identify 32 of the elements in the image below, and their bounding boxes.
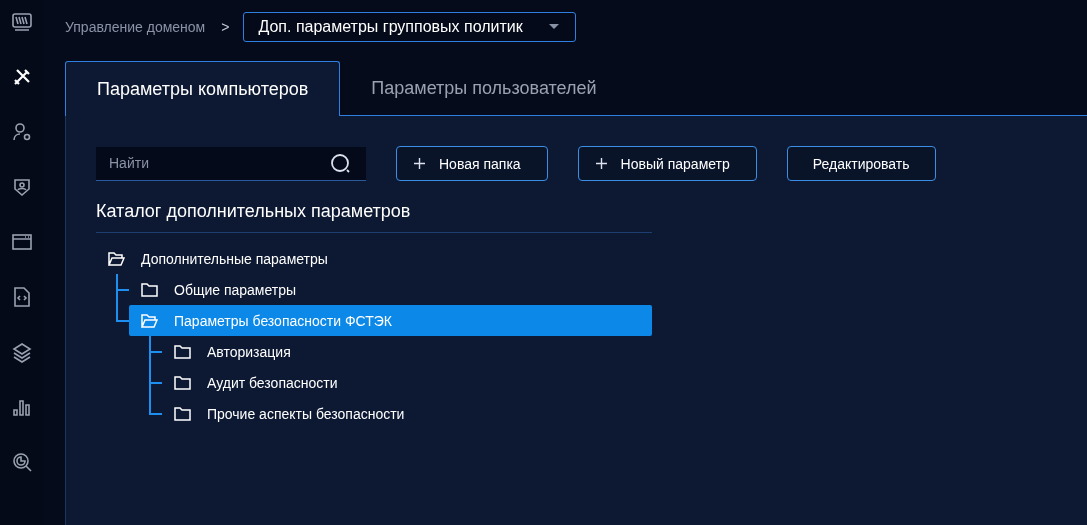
tree-item[interactable]: Прочие аспекты безопасности <box>162 398 652 429</box>
shield-user-icon[interactable] <box>11 176 33 198</box>
add-button[interactable]: Новая папка <box>396 146 548 181</box>
tree-item[interactable]: Параметры безопасности ФСТЭК <box>129 305 652 336</box>
folder-icon <box>174 375 191 390</box>
plus-icon <box>414 158 425 169</box>
search-field[interactable]: Найти <box>96 146 366 181</box>
monitor-icon[interactable] <box>11 11 33 33</box>
folder-icon <box>174 344 191 359</box>
tree-item[interactable]: Общие параметры <box>129 274 652 305</box>
plus-icon <box>595 158 607 169</box>
layers-icon[interactable] <box>11 341 33 363</box>
tree-item[interactable]: Дополнительные параметры <box>96 243 652 274</box>
search-chart-icon[interactable] <box>11 451 33 473</box>
folder-icon <box>174 406 191 421</box>
breadcrumb-link[interactable]: Управление доменом <box>65 19 206 35</box>
open-folder-icon <box>108 251 125 266</box>
tab[interactable]: Параметры компьютеров <box>65 61 341 116</box>
user-gear-icon[interactable] <box>11 121 33 143</box>
edit-button[interactable]: Редактировать <box>786 146 936 181</box>
add-button[interactable]: Новый параметр <box>577 146 757 181</box>
page-select[interactable]: Доп. параметры групповых политик <box>243 12 576 42</box>
breadcrumb-separator: > <box>221 19 230 35</box>
window-icon[interactable] <box>11 231 33 253</box>
search-icon <box>330 152 352 175</box>
catalog-title: Каталог дополнительных параметров <box>96 201 652 233</box>
folder-icon <box>141 282 158 297</box>
tree-item[interactable]: Авторизация <box>162 336 652 367</box>
tree-item[interactable]: Аудит безопасности <box>162 367 652 398</box>
code-file-icon[interactable] <box>11 286 33 308</box>
caret-icon <box>548 24 559 30</box>
open-folder-icon <box>141 313 158 328</box>
